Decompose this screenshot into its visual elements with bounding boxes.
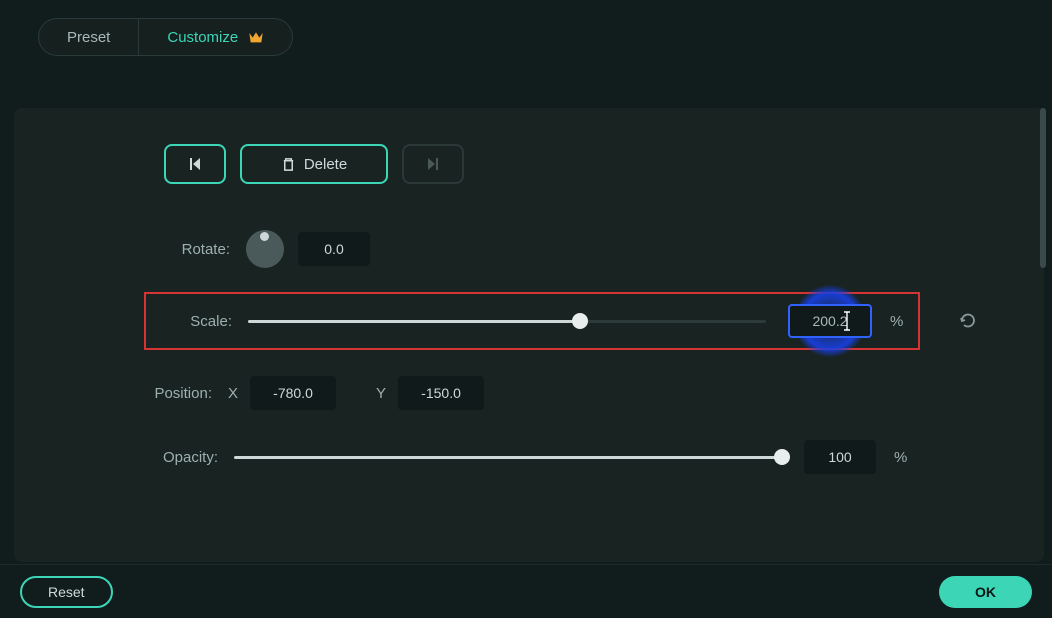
tab-preset[interactable]: Preset <box>38 18 139 56</box>
opacity-slider[interactable] <box>234 454 782 460</box>
delete-button[interactable]: Delete <box>240 144 388 184</box>
scale-label: Scale: <box>156 313 232 330</box>
tab-customize[interactable]: Customize <box>139 18 293 56</box>
scale-slider-thumb[interactable] <box>572 313 588 329</box>
scale-slider[interactable] <box>248 318 766 324</box>
reset-button[interactable]: Reset <box>20 576 113 608</box>
skip-back-icon <box>187 156 203 172</box>
rotate-row: Rotate: 0.0 <box>154 228 984 270</box>
dialog-footer: Reset OK <box>0 564 1052 618</box>
next-keyframe-button[interactable] <box>402 144 464 184</box>
keyframe-buttons: Delete <box>164 144 984 184</box>
reset-icon[interactable] <box>958 311 978 331</box>
position-label: Position: <box>140 385 212 402</box>
customize-panel: Delete Rotate: 0.0 Scale: % <box>14 108 1044 562</box>
prev-keyframe-button[interactable] <box>164 144 226 184</box>
opacity-label: Opacity: <box>146 449 218 466</box>
position-row: Position: X -780.0 Y -150.0 <box>154 372 984 414</box>
crown-icon <box>248 30 264 44</box>
mode-tabs: Preset Customize <box>38 18 1052 56</box>
opacity-slider-thumb[interactable] <box>774 449 790 465</box>
position-y-label: Y <box>376 385 386 402</box>
ok-button[interactable]: OK <box>939 576 1032 608</box>
rotate-knob[interactable] <box>246 230 284 268</box>
scale-row: Scale: % <box>144 292 920 350</box>
rotate-value[interactable]: 0.0 <box>298 232 370 266</box>
opacity-value[interactable]: 100 <box>804 440 876 474</box>
position-y-value[interactable]: -150.0 <box>398 376 484 410</box>
rotate-label: Rotate: <box>154 241 230 258</box>
tab-customize-label: Customize <box>167 29 238 46</box>
panel-scrollbar[interactable] <box>1040 108 1046 268</box>
delete-label: Delete <box>304 156 347 173</box>
position-x-value[interactable]: -780.0 <box>250 376 336 410</box>
trash-icon <box>281 157 296 172</box>
opacity-row: Opacity: 100 % <box>154 436 984 478</box>
position-x-label: X <box>228 385 238 402</box>
scale-value-container <box>788 304 872 338</box>
scale-unit: % <box>890 313 908 330</box>
scale-input[interactable] <box>788 304 872 338</box>
opacity-unit: % <box>894 449 912 466</box>
skip-forward-icon <box>425 156 441 172</box>
